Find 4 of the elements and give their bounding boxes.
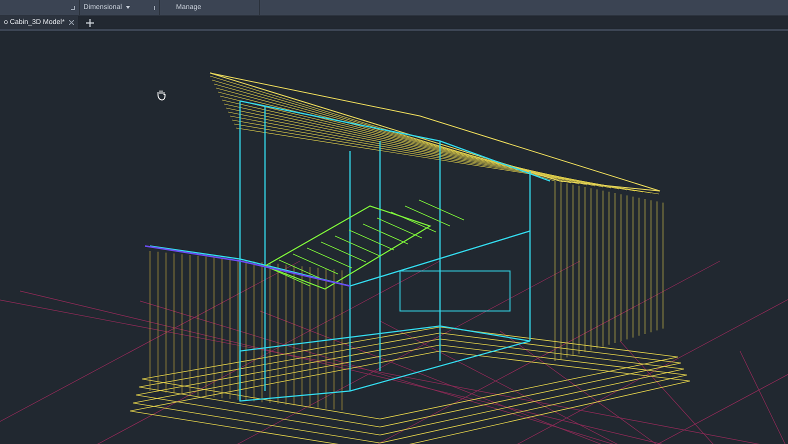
add-icon[interactable] — [86, 18, 94, 26]
caret-icon — [126, 6, 130, 9]
close-icon[interactable] — [68, 20, 74, 25]
hand-cursor-icon — [158, 90, 166, 100]
